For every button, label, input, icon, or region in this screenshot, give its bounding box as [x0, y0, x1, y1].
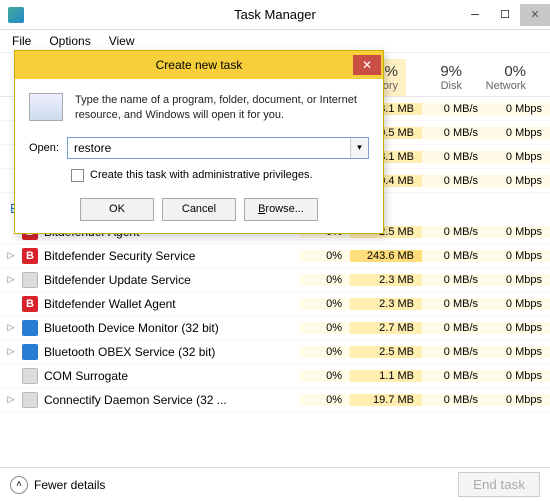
- dialog-body: Type the name of a program, folder, docu…: [15, 79, 383, 233]
- window-titlebar: Task Manager ─ ☐ ✕: [0, 0, 550, 30]
- open-label: Open:: [29, 142, 59, 154]
- process-icon: B: [22, 248, 38, 264]
- menu-options[interactable]: Options: [41, 32, 98, 50]
- fewer-details-label: Fewer details: [34, 478, 105, 492]
- process-icon: [22, 272, 38, 288]
- minimize-button[interactable]: ─: [460, 4, 490, 26]
- create-new-task-dialog: Create new task ✕ Type the name of a pro…: [14, 50, 384, 234]
- dialog-description: Type the name of a program, folder, docu…: [75, 93, 369, 123]
- process-name: Bluetooth Device Monitor (32 bit): [44, 321, 219, 335]
- process-name: COM Surrogate: [44, 369, 128, 383]
- process-name: Connectify Daemon Service (32 ...: [44, 393, 227, 407]
- expand-icon[interactable]: ▷: [6, 394, 16, 405]
- browse-button[interactable]: Browse...: [244, 198, 318, 221]
- admin-checkbox[interactable]: [71, 169, 84, 182]
- process-name: Bitdefender Update Service: [44, 273, 191, 287]
- table-row[interactable]: ▷Bluetooth OBEX Service (32 bit)0%2.5 MB…: [0, 340, 550, 364]
- expand-icon[interactable]: ▷: [6, 346, 16, 357]
- combobox-dropdown-icon[interactable]: ▾: [350, 138, 368, 158]
- column-disk[interactable]: 9% Disk: [406, 59, 470, 96]
- expand-icon[interactable]: ▷: [6, 322, 16, 333]
- open-input[interactable]: [68, 138, 350, 158]
- close-button[interactable]: ✕: [520, 4, 550, 26]
- expand-icon[interactable]: ▷: [6, 250, 16, 261]
- footer-bar: ˄ Fewer details End task: [0, 467, 550, 501]
- table-row[interactable]: ▷Bluetooth Device Monitor (32 bit)0%2.7 …: [0, 316, 550, 340]
- fewer-details-toggle[interactable]: ˄ Fewer details: [10, 476, 105, 494]
- end-task-button[interactable]: End task: [458, 472, 540, 497]
- table-row[interactable]: BBitdefender Wallet Agent0%2.3 MB0 MB/s0…: [0, 292, 550, 316]
- menu-file[interactable]: File: [4, 32, 39, 50]
- column-network[interactable]: 0% Network: [470, 59, 534, 96]
- app-icon: [8, 7, 24, 23]
- menu-bar: File Options View: [0, 30, 550, 52]
- cancel-button[interactable]: Cancel: [162, 198, 236, 221]
- open-combobox[interactable]: ▾: [67, 137, 369, 159]
- network-percent: 0%: [474, 63, 526, 80]
- process-name: Bitdefender Security Service: [44, 249, 195, 263]
- table-row[interactable]: ▷Bitdefender Update Service0%2.3 MB0 MB/…: [0, 268, 550, 292]
- run-dialog-icon: [29, 93, 63, 121]
- chevron-up-icon: ˄: [10, 476, 28, 494]
- process-name: Bluetooth OBEX Service (32 bit): [44, 345, 215, 359]
- dialog-title: Create new task: [15, 58, 383, 72]
- admin-checkbox-label: Create this task with administrative pri…: [90, 169, 313, 181]
- process-icon: [22, 392, 38, 408]
- table-row[interactable]: ▷Connectify Daemon Service (32 ...0%19.7…: [0, 388, 550, 412]
- process-icon: B: [22, 296, 38, 312]
- ok-button[interactable]: OK: [80, 198, 154, 221]
- network-label: Network: [474, 80, 526, 92]
- window-controls: ─ ☐ ✕: [460, 4, 550, 26]
- process-icon: [22, 368, 38, 384]
- disk-percent: 9%: [410, 63, 462, 80]
- process-name: Bitdefender Wallet Agent: [44, 297, 176, 311]
- table-row[interactable]: ▷BBitdefender Security Service0%243.6 MB…: [0, 244, 550, 268]
- process-icon: [22, 344, 38, 360]
- disk-label: Disk: [410, 80, 462, 92]
- maximize-button[interactable]: ☐: [490, 4, 520, 26]
- dialog-titlebar[interactable]: Create new task ✕: [15, 51, 383, 79]
- expand-icon[interactable]: ▷: [6, 274, 16, 285]
- table-row[interactable]: COM Surrogate0%1.1 MB0 MB/s0 Mbps: [0, 364, 550, 388]
- menu-view[interactable]: View: [101, 32, 143, 50]
- process-icon: [22, 320, 38, 336]
